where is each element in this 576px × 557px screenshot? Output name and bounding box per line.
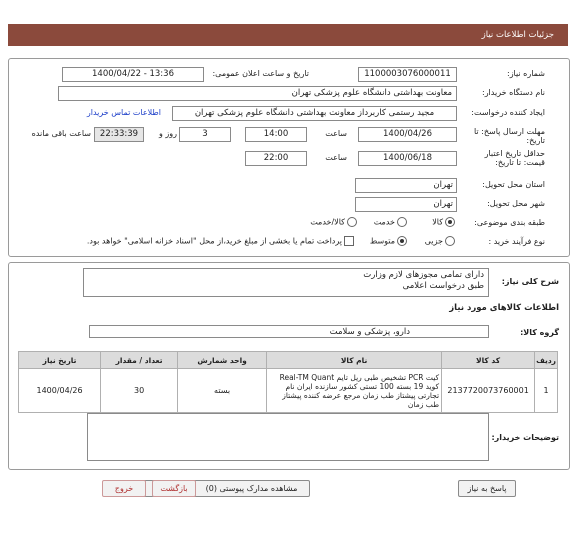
deadline-time-label: ساعت (325, 129, 347, 138)
category-option-service[interactable]: خدمت (374, 217, 409, 227)
category-label: طبقه بندی موضوعی: (474, 218, 545, 227)
treasury-payment-label: پرداخت تمام یا بخشی از مبلغ خرید،از محل … (86, 236, 342, 246)
process-radio-medium[interactable] (397, 236, 407, 246)
category-option-goods[interactable]: کالا (432, 217, 457, 227)
deadline-date-field: 1400/04/26 (358, 127, 457, 142)
goods-group-label: گروه کالا: (520, 328, 559, 337)
table-row: 1 2137720073760001 کیت PCR تشخیص طبی ریل… (17, 368, 558, 413)
col-unit-header: واحد شمارش (177, 351, 268, 369)
announce-datetime-field: 1400/04/22 - 13:36 (62, 67, 204, 82)
need-info-panel: شماره نیاز: 1100003076000011 تاریخ و ساع… (8, 58, 570, 257)
category-radio-goods[interactable] (445, 217, 455, 227)
need-number-label: شماره نیاز: (507, 69, 545, 78)
purchase-process-label: نوع فرآیند خرید : (488, 237, 545, 246)
process-option-minor-label: جزیی (424, 236, 443, 246)
remaining-time-label: ساعت باقی مانده (31, 129, 91, 138)
goods-section-title: اطلاعات کالاهای مورد نیاز (449, 303, 559, 313)
deadline-days-label: روز و (159, 129, 177, 138)
process-radio-minor[interactable] (445, 236, 455, 246)
description-line1: دارای تمامی مجوزهای لازم وزارت (363, 270, 484, 280)
goods-group-field: دارو، پزشکی و سلامت (89, 325, 489, 338)
category-option-both-label: کالا/خدمت (310, 217, 345, 227)
announce-datetime-label: تاریخ و ساعت اعلان عمومی: (212, 69, 309, 78)
treasury-payment-option[interactable]: پرداخت تمام یا بخشی از مبلغ خرید،از محل … (87, 236, 356, 246)
description-line2: طبق درخواست اعلامی (402, 281, 484, 291)
row-name: کیت PCR تشخیص طبی ریل تایم Real-TM Quant… (266, 368, 443, 413)
row-date: 1400/04/26 (17, 368, 102, 413)
exit-button[interactable]: خروج (102, 480, 146, 497)
province-label: استان محل تحویل: (482, 180, 545, 189)
city-label: شهر محل تحویل: (487, 199, 545, 208)
buyer-contact-link[interactable]: اطلاعات تماس خریدار (87, 108, 161, 117)
deadline-label: مهلت ارسال پاسخ: تا تاریخ: (473, 127, 545, 145)
goods-table-header: ردیف کد کالا نام کالا واحد شمارش تعداد /… (17, 351, 558, 369)
back-button-visible[interactable]: بازگشت (152, 480, 196, 497)
attachments-button[interactable]: مشاهده مدارک پیوستی (0) (193, 480, 310, 497)
process-option-minor[interactable]: جزیی (425, 236, 457, 246)
deadline-time-field: 14:00 (245, 127, 307, 142)
treasury-payment-checkbox[interactable] (344, 236, 354, 246)
remaining-time-field: 22:33:39 (94, 127, 144, 142)
need-number-field: 1100003076000011 (358, 67, 457, 82)
row-qty: 30 (100, 368, 179, 413)
buyer-label: نام دستگاه خریدار: (482, 88, 545, 97)
row-code: 2137720073760001 (441, 368, 536, 413)
description-field: دارای تمامی مجوزهای لازم وزارت طبق درخوا… (83, 268, 489, 297)
respond-button[interactable]: پاسخ به نیاز (458, 480, 516, 497)
buyer-notes-field (87, 413, 489, 461)
col-name-header: نام کالا (266, 351, 443, 369)
category-radio-both[interactable] (347, 217, 357, 227)
category-option-both[interactable]: کالا/خدمت (310, 217, 359, 227)
category-option-goods-label: کالا (432, 217, 443, 227)
creator-field: مجید رستمی کاربرداز معاونت بهداشتی دانشگ… (172, 106, 457, 121)
city-field: تهران (355, 197, 457, 212)
process-option-medium[interactable]: متوسط (370, 236, 409, 246)
process-option-medium-label: متوسط (369, 236, 395, 246)
category-radio-service[interactable] (397, 217, 407, 227)
validity-time-label: ساعت (325, 153, 347, 162)
page-title: جزئیات اطلاعات نیاز (481, 30, 554, 40)
description-label: شرح کلی نیاز: (501, 277, 559, 286)
page-header: جزئیات اطلاعات نیاز (8, 24, 568, 46)
deadline-days-field: 3 (179, 127, 231, 142)
validity-label: حداقل تاریخ اعتبار قیمت: تا تاریخ: (484, 149, 545, 167)
col-date-header: تاریخ نیاز (17, 351, 102, 369)
buyer-field: معاونت بهداشتی دانشگاه علوم پزشکی تهران (58, 86, 457, 101)
creator-label: ایجاد کننده درخواست: (471, 108, 545, 117)
goods-table: ردیف کد کالا نام کالا واحد شمارش تعداد /… (17, 351, 558, 413)
col-qty-header: تعداد / مقدار (100, 351, 179, 369)
province-field: تهران (355, 178, 457, 193)
row-index: 1 (534, 368, 558, 413)
row-unit: بسته (177, 368, 268, 413)
buyer-notes-label: توضیحات خریدار: (491, 433, 559, 442)
category-option-service-label: خدمت (373, 217, 395, 227)
validity-date-field: 1400/06/18 (358, 151, 457, 166)
col-index-header: ردیف (534, 351, 558, 369)
col-code-header: کد کالا (441, 351, 536, 369)
validity-time-field: 22:00 (245, 151, 307, 166)
